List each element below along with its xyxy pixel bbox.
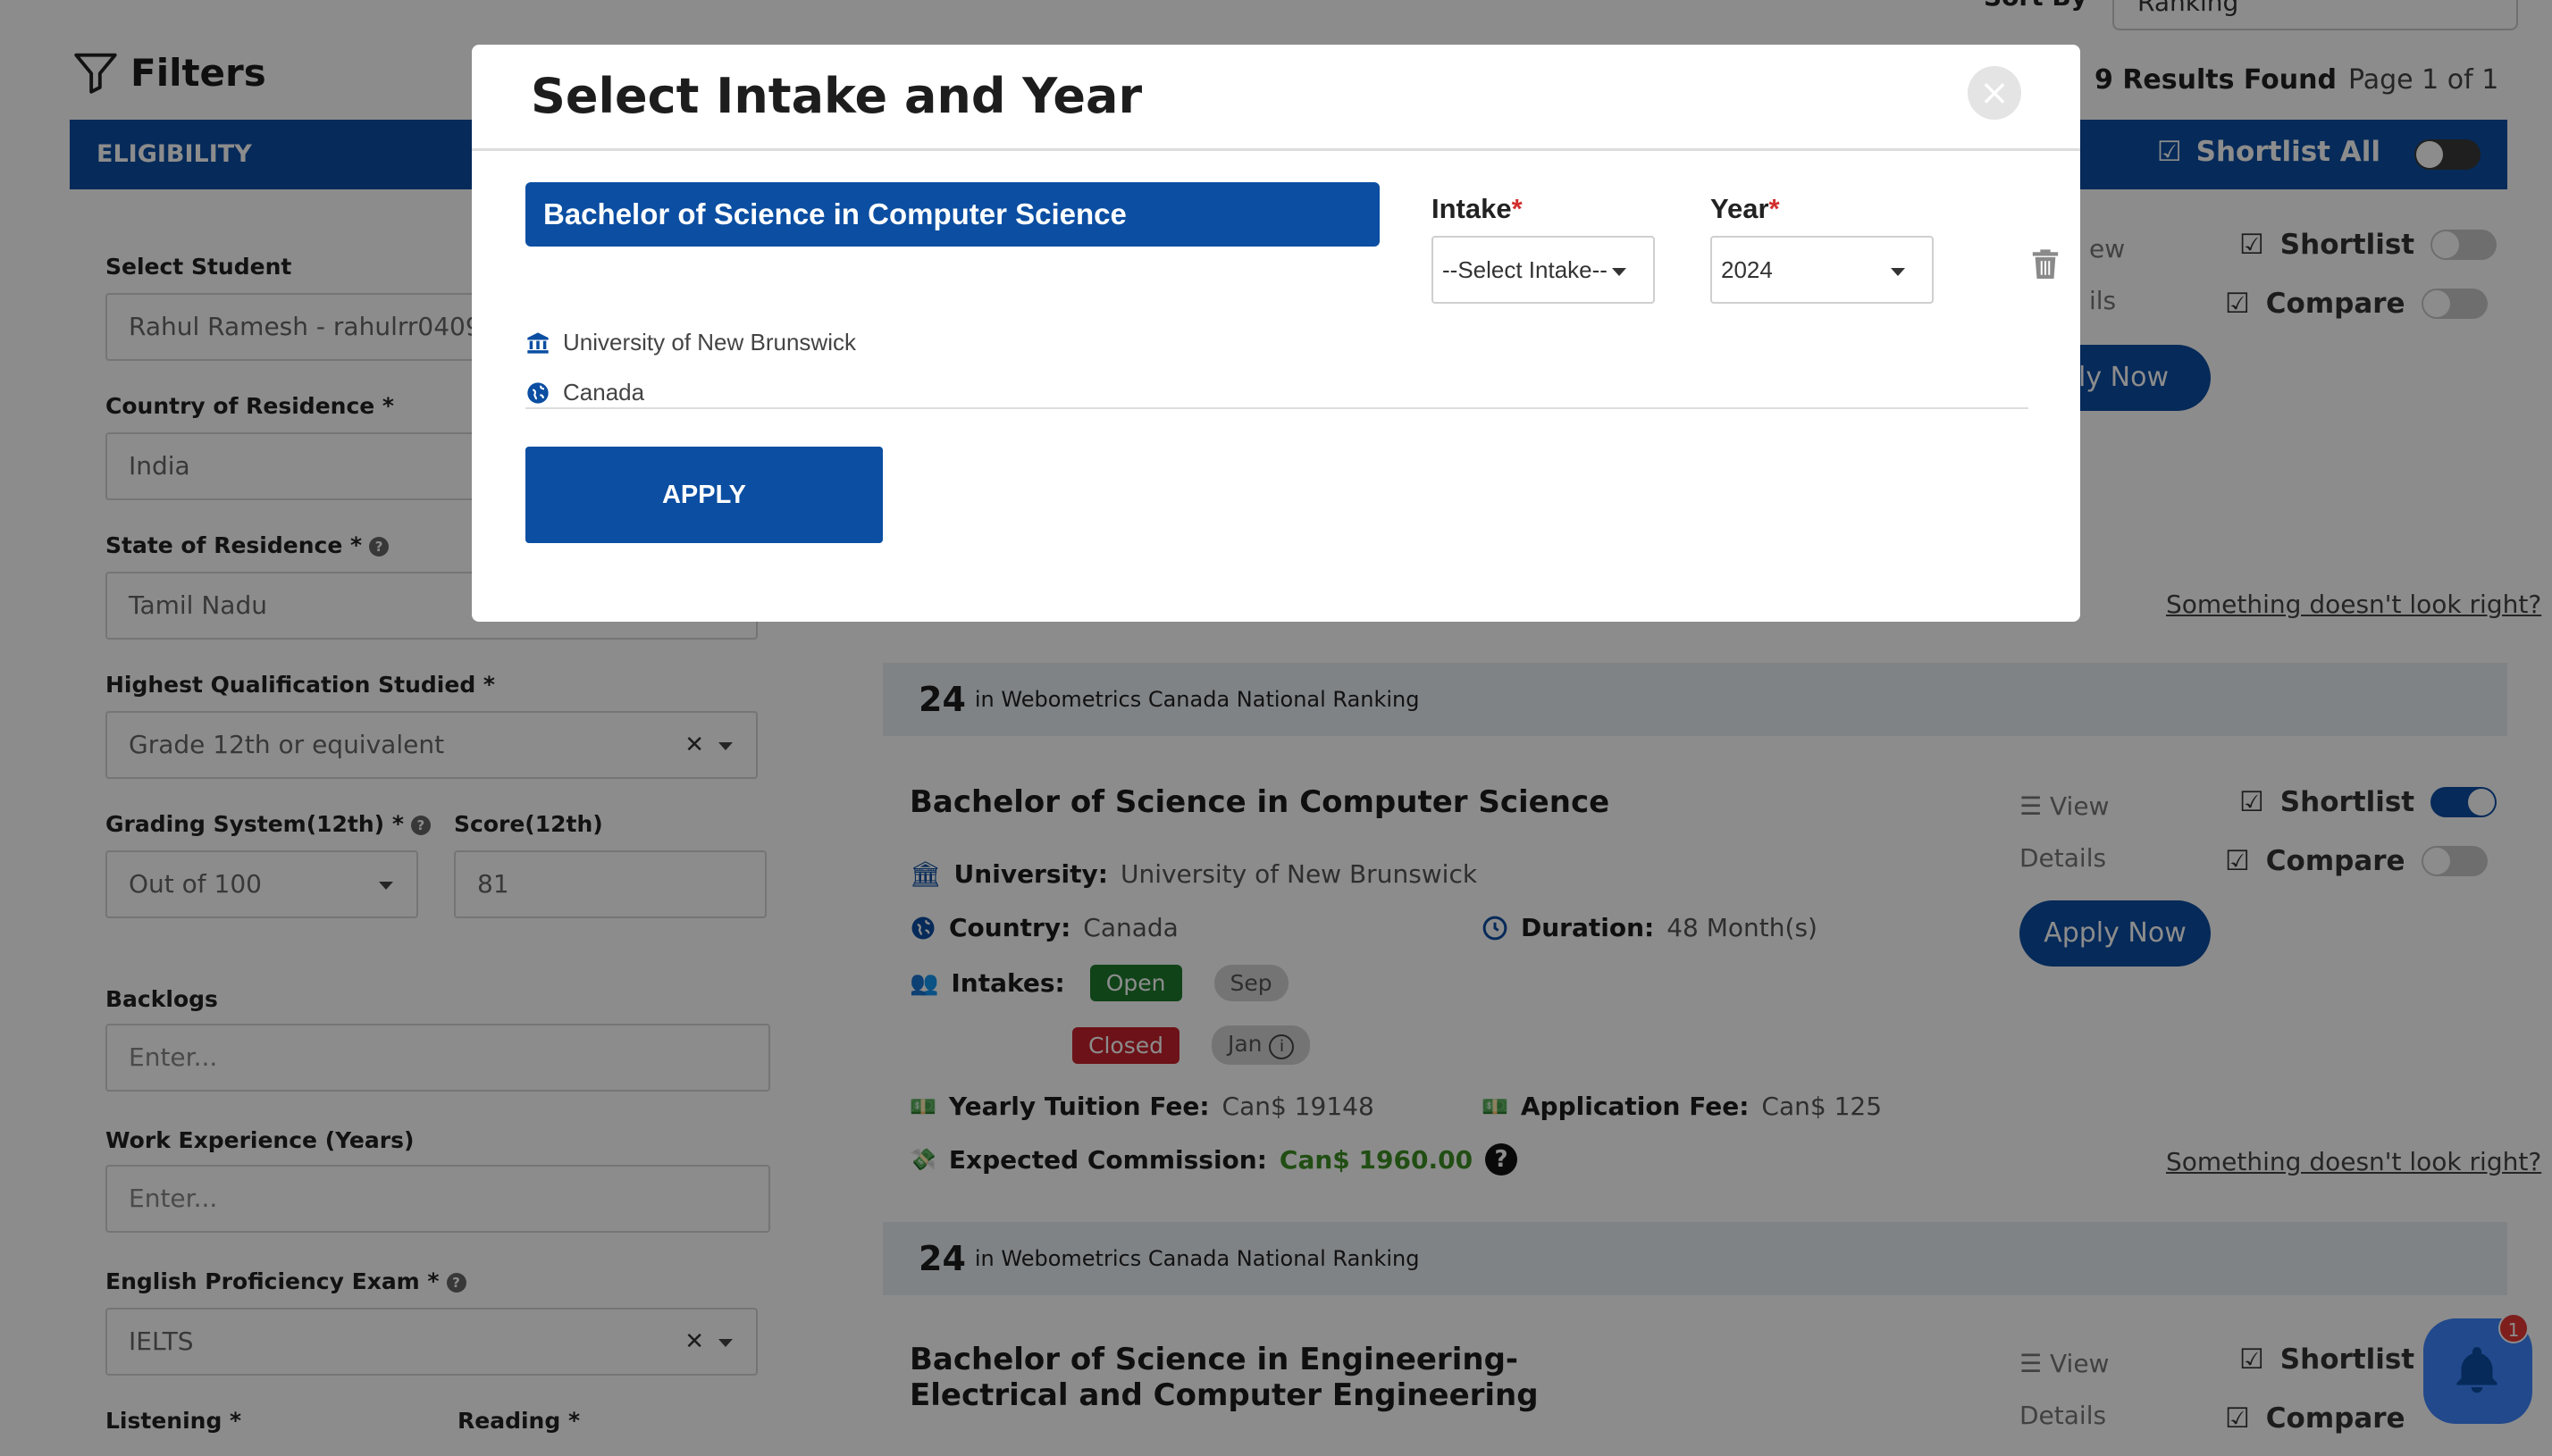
chevron-down-icon — [1891, 268, 1905, 276]
year-label-text: Year — [1710, 193, 1769, 224]
modal-title: Select Intake and Year — [531, 68, 1143, 124]
modal-country-row: Canada — [525, 379, 644, 406]
select-intake-modal: Select Intake and Year × Bachelor of Sci… — [472, 45, 2080, 622]
required-mark: * — [1511, 193, 1523, 224]
intake-label-text: Intake — [1431, 193, 1512, 224]
chevron-down-icon — [1612, 268, 1626, 276]
modal-country: Canada — [563, 379, 645, 406]
intake-label: Intake* — [1431, 193, 1523, 225]
modal-divider — [472, 148, 2080, 151]
close-icon[interactable]: × — [1968, 66, 2021, 120]
intake-select-value: --Select Intake-- — [1442, 256, 1608, 283]
modal-divider — [525, 407, 2028, 409]
year-label: Year* — [1710, 193, 1780, 225]
trash-icon[interactable] — [2030, 247, 2061, 280]
modal-university-row: University of New Brunswick — [525, 329, 856, 356]
intake-select[interactable]: --Select Intake-- — [1431, 236, 1655, 304]
university-icon — [527, 331, 549, 354]
course-name-pill: Bachelor of Science in Computer Science — [525, 182, 1380, 247]
modal-university: University of New Brunswick — [563, 329, 856, 356]
apply-button[interactable]: APPLY — [525, 447, 883, 543]
year-select-value: 2024 — [1721, 256, 1773, 283]
year-select[interactable]: 2024 — [1710, 236, 1934, 304]
required-mark: * — [1768, 193, 1780, 224]
globe-icon — [527, 381, 549, 404]
